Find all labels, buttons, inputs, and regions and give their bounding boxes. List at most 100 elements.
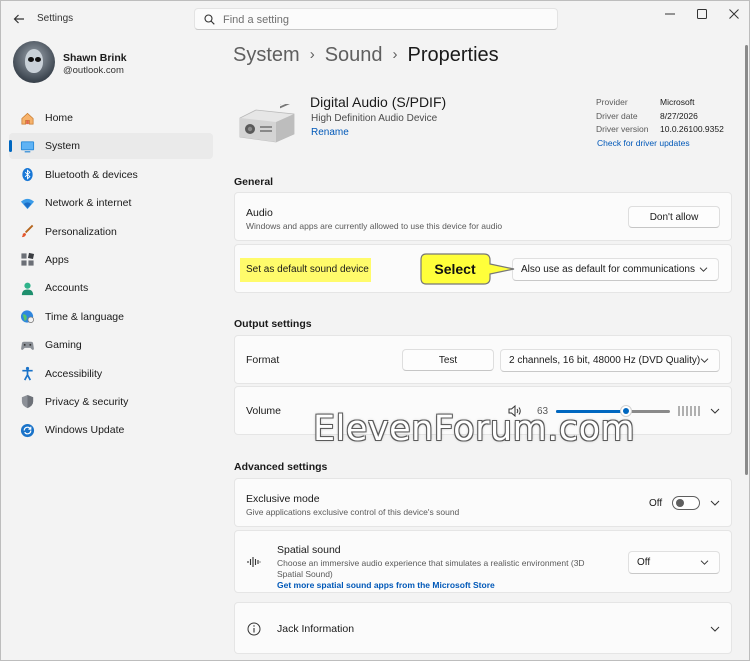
maximize-icon bbox=[697, 9, 707, 19]
sidebar-item-time-language[interactable]: Time & language bbox=[9, 304, 213, 330]
default-device-label: Set as default sound device bbox=[246, 264, 369, 275]
sidebar-nav: Home System Bluetooth & devices Network … bbox=[9, 105, 213, 446]
sidebar-item-network[interactable]: Network & internet bbox=[9, 190, 213, 216]
chevron-down-icon bbox=[700, 559, 709, 565]
audio-description: Windows and apps are currently allowed t… bbox=[246, 221, 503, 231]
accounts-icon bbox=[19, 280, 35, 296]
breadcrumb-separator-icon: › bbox=[392, 46, 398, 63]
sidebar-item-label: Time & language bbox=[45, 310, 124, 323]
volume-level-bars-icon bbox=[678, 406, 700, 416]
audio-card: Audio Windows and apps are currently all… bbox=[234, 192, 732, 241]
app-title: Settings bbox=[37, 13, 74, 24]
sidebar-item-accounts[interactable]: Accounts bbox=[9, 275, 213, 301]
profile-email: @outlook.com bbox=[63, 65, 124, 76]
info-icon bbox=[247, 622, 261, 636]
check-driver-updates-link[interactable]: Check for driver updates bbox=[597, 138, 690, 148]
sidebar-item-label: Accessibility bbox=[45, 367, 103, 380]
spatial-sound-description-1: Choose an immersive audio experience tha… bbox=[277, 558, 585, 568]
sidebar-item-label: Windows Update bbox=[45, 424, 125, 437]
jack-expand-chevron-icon[interactable] bbox=[710, 626, 720, 632]
format-dropdown[interactable]: 2 channels, 16 bit, 48000 Hz (DVD Qualit… bbox=[500, 349, 720, 372]
driver-provider-label: Provider bbox=[596, 97, 628, 107]
jack-information-card[interactable]: Jack Information bbox=[234, 602, 732, 654]
sidebar-item-apps[interactable]: Apps bbox=[9, 247, 213, 273]
sidebar-item-accessibility[interactable]: Accessibility bbox=[9, 361, 213, 387]
exclusive-expand-chevron-icon[interactable] bbox=[710, 500, 720, 506]
breadcrumb-sound[interactable]: Sound bbox=[325, 44, 383, 66]
sidebar-item-label: Accounts bbox=[45, 282, 89, 295]
test-button[interactable]: Test bbox=[402, 349, 494, 371]
home-icon bbox=[19, 110, 35, 126]
breadcrumb-system[interactable]: System bbox=[233, 44, 300, 66]
back-button[interactable] bbox=[9, 9, 29, 29]
advanced-section-title: Advanced settings bbox=[234, 461, 328, 473]
spatial-sound-waveform-icon bbox=[247, 557, 261, 567]
main-content: System › Sound › Properties Digital Audio (S… bbox=[223, 37, 743, 660]
sidebar-item-label: Home bbox=[45, 112, 74, 124]
close-button[interactable] bbox=[717, 5, 749, 23]
minimize-icon bbox=[665, 13, 675, 15]
spatial-sound-card: Spatial sound Choose an immersive audio … bbox=[234, 530, 732, 593]
volume-expand-chevron-icon[interactable] bbox=[710, 408, 720, 414]
avatar-eye-left bbox=[28, 57, 34, 62]
search-input[interactable] bbox=[223, 12, 543, 27]
output-section-title: Output settings bbox=[234, 318, 312, 330]
spatial-sound-dropdown-value: Off bbox=[637, 557, 651, 568]
breadcrumb-properties: Properties bbox=[407, 44, 499, 66]
profile-name: Shawn Brink bbox=[63, 52, 127, 64]
spatial-sound-store-link[interactable]: Get more spatial sound apps from the Mic… bbox=[277, 580, 495, 590]
sidebar-item-label: Apps bbox=[45, 253, 69, 266]
sidebar-item-system[interactable]: System bbox=[9, 133, 213, 160]
toggle-knob bbox=[676, 499, 684, 507]
apps-icon bbox=[19, 252, 35, 268]
back-arrow-icon bbox=[13, 14, 24, 24]
maximize-button[interactable] bbox=[685, 5, 719, 23]
breadcrumb-separator-icon: › bbox=[309, 46, 315, 63]
avatar-eye-right bbox=[35, 57, 41, 62]
sidebar-item-gaming[interactable]: Gaming bbox=[9, 332, 213, 358]
sidebar-item-bluetooth[interactable]: Bluetooth & devices bbox=[9, 162, 213, 188]
search-icon bbox=[204, 14, 215, 25]
privacy-icon bbox=[19, 394, 35, 410]
minimize-button[interactable] bbox=[653, 5, 687, 23]
watermark: ElevenForum.com bbox=[313, 409, 636, 449]
gaming-icon bbox=[19, 337, 35, 353]
chevron-down-icon bbox=[699, 266, 708, 272]
driver-provider-value: Microsoft bbox=[660, 97, 695, 107]
exclusive-mode-title: Exclusive mode bbox=[246, 493, 320, 505]
avatar[interactable] bbox=[13, 41, 55, 83]
dont-allow-button[interactable]: Don't allow bbox=[628, 206, 720, 228]
close-icon bbox=[729, 9, 739, 19]
spatial-sound-description-2: Spatial Sound) bbox=[277, 569, 333, 579]
jack-information-title: Jack Information bbox=[277, 623, 355, 635]
sidebar-item-label: System bbox=[45, 140, 81, 153]
general-section-title: General bbox=[234, 176, 274, 188]
bluetooth-icon bbox=[19, 167, 35, 183]
sidebar-item-label: Gaming bbox=[45, 339, 82, 352]
select-callout-text: Select bbox=[434, 261, 476, 277]
sidebar-item-label: Personalization bbox=[45, 225, 117, 238]
sidebar-item-home[interactable]: Home bbox=[9, 105, 213, 131]
driver-date-value: 8/27/2026 bbox=[660, 110, 698, 121]
rename-link[interactable]: Rename bbox=[311, 127, 349, 138]
communications-dropdown[interactable]: Also use as default for communications bbox=[512, 258, 719, 281]
breadcrumb: System › Sound › Properties bbox=[233, 44, 499, 67]
exclusive-mode-toggle[interactable] bbox=[672, 496, 700, 510]
format-dropdown-value: 2 channels, 16 bit, 48000 Hz (DVD Qualit… bbox=[509, 355, 701, 366]
scrollbar[interactable] bbox=[745, 45, 748, 475]
device-name: Digital Audio (S/PDIF) bbox=[310, 94, 447, 110]
windows-update-icon bbox=[19, 422, 35, 438]
search-box[interactable] bbox=[194, 8, 558, 30]
network-icon bbox=[19, 195, 35, 211]
sidebar-item-personalization[interactable]: Personalization bbox=[9, 219, 213, 245]
communications-dropdown-value: Also use as default for communications bbox=[521, 264, 695, 275]
spatial-sound-dropdown[interactable]: Off bbox=[628, 551, 720, 574]
format-label: Format bbox=[246, 354, 280, 366]
sidebar-item-label: Bluetooth & devices bbox=[45, 168, 138, 181]
sidebar-item-windows-update[interactable]: Windows Update bbox=[9, 417, 213, 443]
exclusive-mode-card: Exclusive mode Give applications exclusi… bbox=[234, 478, 732, 527]
sidebar-item-privacy[interactable]: Privacy & security bbox=[9, 389, 213, 415]
audio-title: Audio bbox=[246, 207, 273, 219]
settings-window: Settings Shawn Brink @outlook.com Home bbox=[0, 0, 750, 661]
volume-label: Volume bbox=[246, 405, 282, 417]
